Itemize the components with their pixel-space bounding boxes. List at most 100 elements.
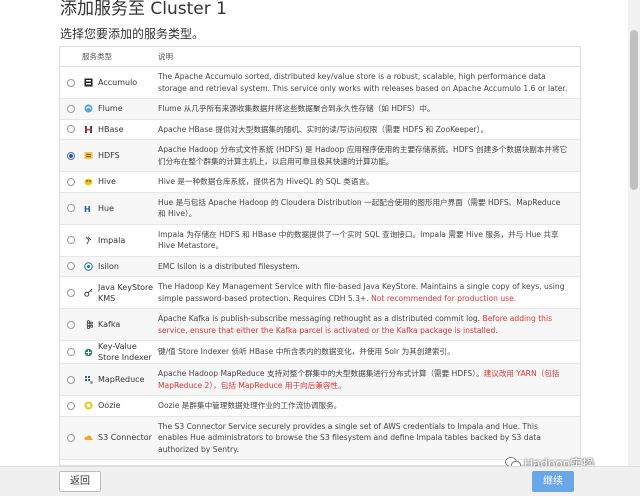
header-radio-col [60,47,82,66]
service-radio[interactable] [67,78,75,87]
service-description: Hive 是一种数据仓库系统，提供名为 HiveQL 的 SQL 类语言。 [158,172,580,192]
footer-bar: 返回 继续 [0,466,640,496]
radio-cell [60,236,82,244]
service-description: The Hadoop Key Management Service with f… [158,277,580,308]
description-text: Apache Hadoop MapReduce 支持对整个群集中的大型数据集进行… [158,369,484,378]
service-description: Apache Hadoop 分布式文件系统 (HDFS) 是 Hadoop 应用… [158,140,580,171]
table-body: Accumulo The Apache Accumulo sorted, dist… [60,67,580,460]
service-name: Hive [98,177,116,187]
service-radio[interactable] [67,104,75,113]
indexer-icon [84,348,93,357]
service-description: Apache Hadoop MapReduce 支持对整个群集中的大型数据集进行… [158,364,580,395]
service-row-oozie[interactable]: Oozie Oozie 是群集中管理数据处理作业的工作流协调服务。 [60,396,580,417]
service-description: Flume 从几乎所有来源收集数据并将这些数据聚合到永久性存储（如 HDFS）中… [158,99,580,119]
description-text: Hive 是一种数据仓库系统，提供名为 HiveQL 的 SQL 类语言。 [158,177,374,186]
service-row-impala[interactable]: Impala Impala 为存储在 HDFS 和 HBase 中的数据提供了一个… [60,225,580,257]
radio-cell [60,433,82,442]
service-table: 服务类型 说明 Accumulo The Apache Accumulo sort… [59,46,581,466]
hdfs-icon [84,151,93,160]
radio-cell [60,151,82,160]
radio-cell [60,78,82,87]
service-name: Kafka [98,320,121,329]
service-row-key-value-store-indexer[interactable]: Key-Value Store Indexer 键/值 Store Indexer… [60,341,580,364]
service-name: HDFS [98,151,120,160]
service-row-flume[interactable]: Flume Flume 从几乎所有来源收集数据并将这些数据聚合到永久性存储（如 H… [60,99,580,120]
service-row-hbase[interactable]: HBase Apache HBase 提供对大型数据集的随机、实时的读/写访问权限… [60,120,580,140]
service-radio[interactable] [67,125,75,134]
back-button[interactable]: 返回 [59,471,101,492]
service-row-isilon[interactable]: Isilon EMC Isilon is a distributed filesy… [60,256,580,277]
service-description: Apache HBase 提供对大型数据集的随机、实时的读/写访问权限（需要 H… [158,120,580,140]
service-name-cell: Java KeyStore KMS [82,282,158,304]
hue-icon: H [84,204,93,213]
radio-cell [60,288,82,297]
service-row-java-keystore-kms[interactable]: Java KeyStore KMS The Hadoop Key Manageme… [60,277,580,309]
oozie-icon [84,401,93,410]
description-text: 键/值 Store Indexer 侦听 HBase 中所含表内的数据变化，并使… [158,347,455,357]
service-radio[interactable] [67,262,75,271]
service-name-cell: H Hue [82,203,158,214]
service-name: S3 Connector [98,433,152,443]
service-name-cell: HDFS [82,150,158,161]
service-radio[interactable] [67,288,75,297]
cloud-icon [84,433,93,442]
service-row-accumulo[interactable]: Accumulo The Apache Accumulo sorted, dist… [60,67,580,99]
page-subtitle: 选择您要添加的服务类型。 [60,27,205,41]
service-name: HBase [98,124,124,134]
service-name-cell: Accumulo [82,77,158,88]
service-name: Key-Value Store Indexer [98,342,152,362]
service-name: Isilon [98,261,119,271]
service-description: Oozie 是群集中管理数据处理作业的工作流协调服务。 [158,396,580,416]
service-row-kafka[interactable]: Kafka Apache Kafka is publish-subscribe m… [60,309,580,341]
service-radio[interactable] [67,401,75,410]
service-radio[interactable] [67,433,75,442]
description-text: The Apache Accumulo sorted, distributed … [158,72,568,93]
service-radio[interactable] [67,375,75,384]
service-row-s3-connector[interactable]: S3 Connector The S3 Connector Service sec… [60,416,580,460]
description-text: Hue 是与包括 Apache Hadoop 的 Cloudera Distri… [158,197,561,219]
description-text: Apache Hadoop 分布式文件系统 (HDFS) 是 Hadoop 应用… [158,145,568,166]
service-name-cell: S3 Connector [82,432,158,443]
service-name-cell: Key-Value Store Indexer [82,341,158,363]
service-name: Accumulo [98,78,138,87]
service-radio[interactable] [67,236,75,244]
service-radio[interactable] [67,177,75,186]
service-radio[interactable] [67,204,75,212]
service-radio[interactable] [67,348,75,356]
page-scrollbar[interactable] [628,0,640,466]
service-description: Impala 为存储在 HDFS 和 HBase 中的数据提供了一个实时 SQL… [158,225,580,256]
service-row-hdfs[interactable]: HDFS Apache Hadoop 分布式文件系统 (HDFS) 是 Hadoo… [60,140,580,172]
service-name-cell: Oozie [82,400,158,411]
service-name-cell: Isilon [82,261,158,272]
scrollbar-thumb[interactable] [630,30,638,190]
service-description: Apache Kafka is publish-subscribe messag… [158,309,580,340]
service-name: Java KeyStore KMS [98,282,154,303]
description-text: Flume 从几乎所有来源收集数据并将这些数据聚合到永久性存储（如 HDFS）中… [158,104,435,113]
key-icon [84,288,93,297]
radio-cell [60,177,82,186]
radio-cell [60,104,82,113]
mapreduce-icon [84,375,93,384]
service-description: EMC Isilon is a distributed filesystem. [158,257,580,277]
service-row-mapreduce[interactable]: MapReduce Apache Hadoop MapReduce 支持对整个群集… [60,364,580,396]
service-radio[interactable] [67,320,75,329]
service-radio[interactable] [67,151,75,160]
hive-icon [84,177,93,186]
radio-cell [60,320,82,329]
service-row-hive[interactable]: Hive Hive 是一种数据仓库系统，提供名为 HiveQL 的 SQL 类语言… [60,172,580,193]
continue-button[interactable]: 继续 [532,471,574,492]
svg-text:H: H [84,205,91,213]
warning-text: Not recommended for production use. [371,293,517,303]
description-text: The S3 Connector Service securely provid… [158,421,541,454]
page-title: 添加服务至 Cluster 1 [60,0,227,19]
isilon-icon [84,261,93,271]
accumulo-icon [84,78,93,87]
header-service-type: 服务类型 [82,52,112,61]
service-name-cell: MapReduce [82,374,158,385]
service-name: Impala [98,235,126,245]
service-name-cell: Flume [82,103,158,114]
service-description: Hue 是与包括 Apache Hadoop 的 Cloudera Distri… [158,193,580,224]
description-text: Impala 为存储在 HDFS 和 HBase 中的数据提供了一个实时 SQL… [158,229,559,251]
service-row-hue[interactable]: H Hue Hue 是与包括 Apache Hadoop 的 Cloudera Di… [60,192,580,225]
table-header: 服务类型 说明 [60,47,580,67]
